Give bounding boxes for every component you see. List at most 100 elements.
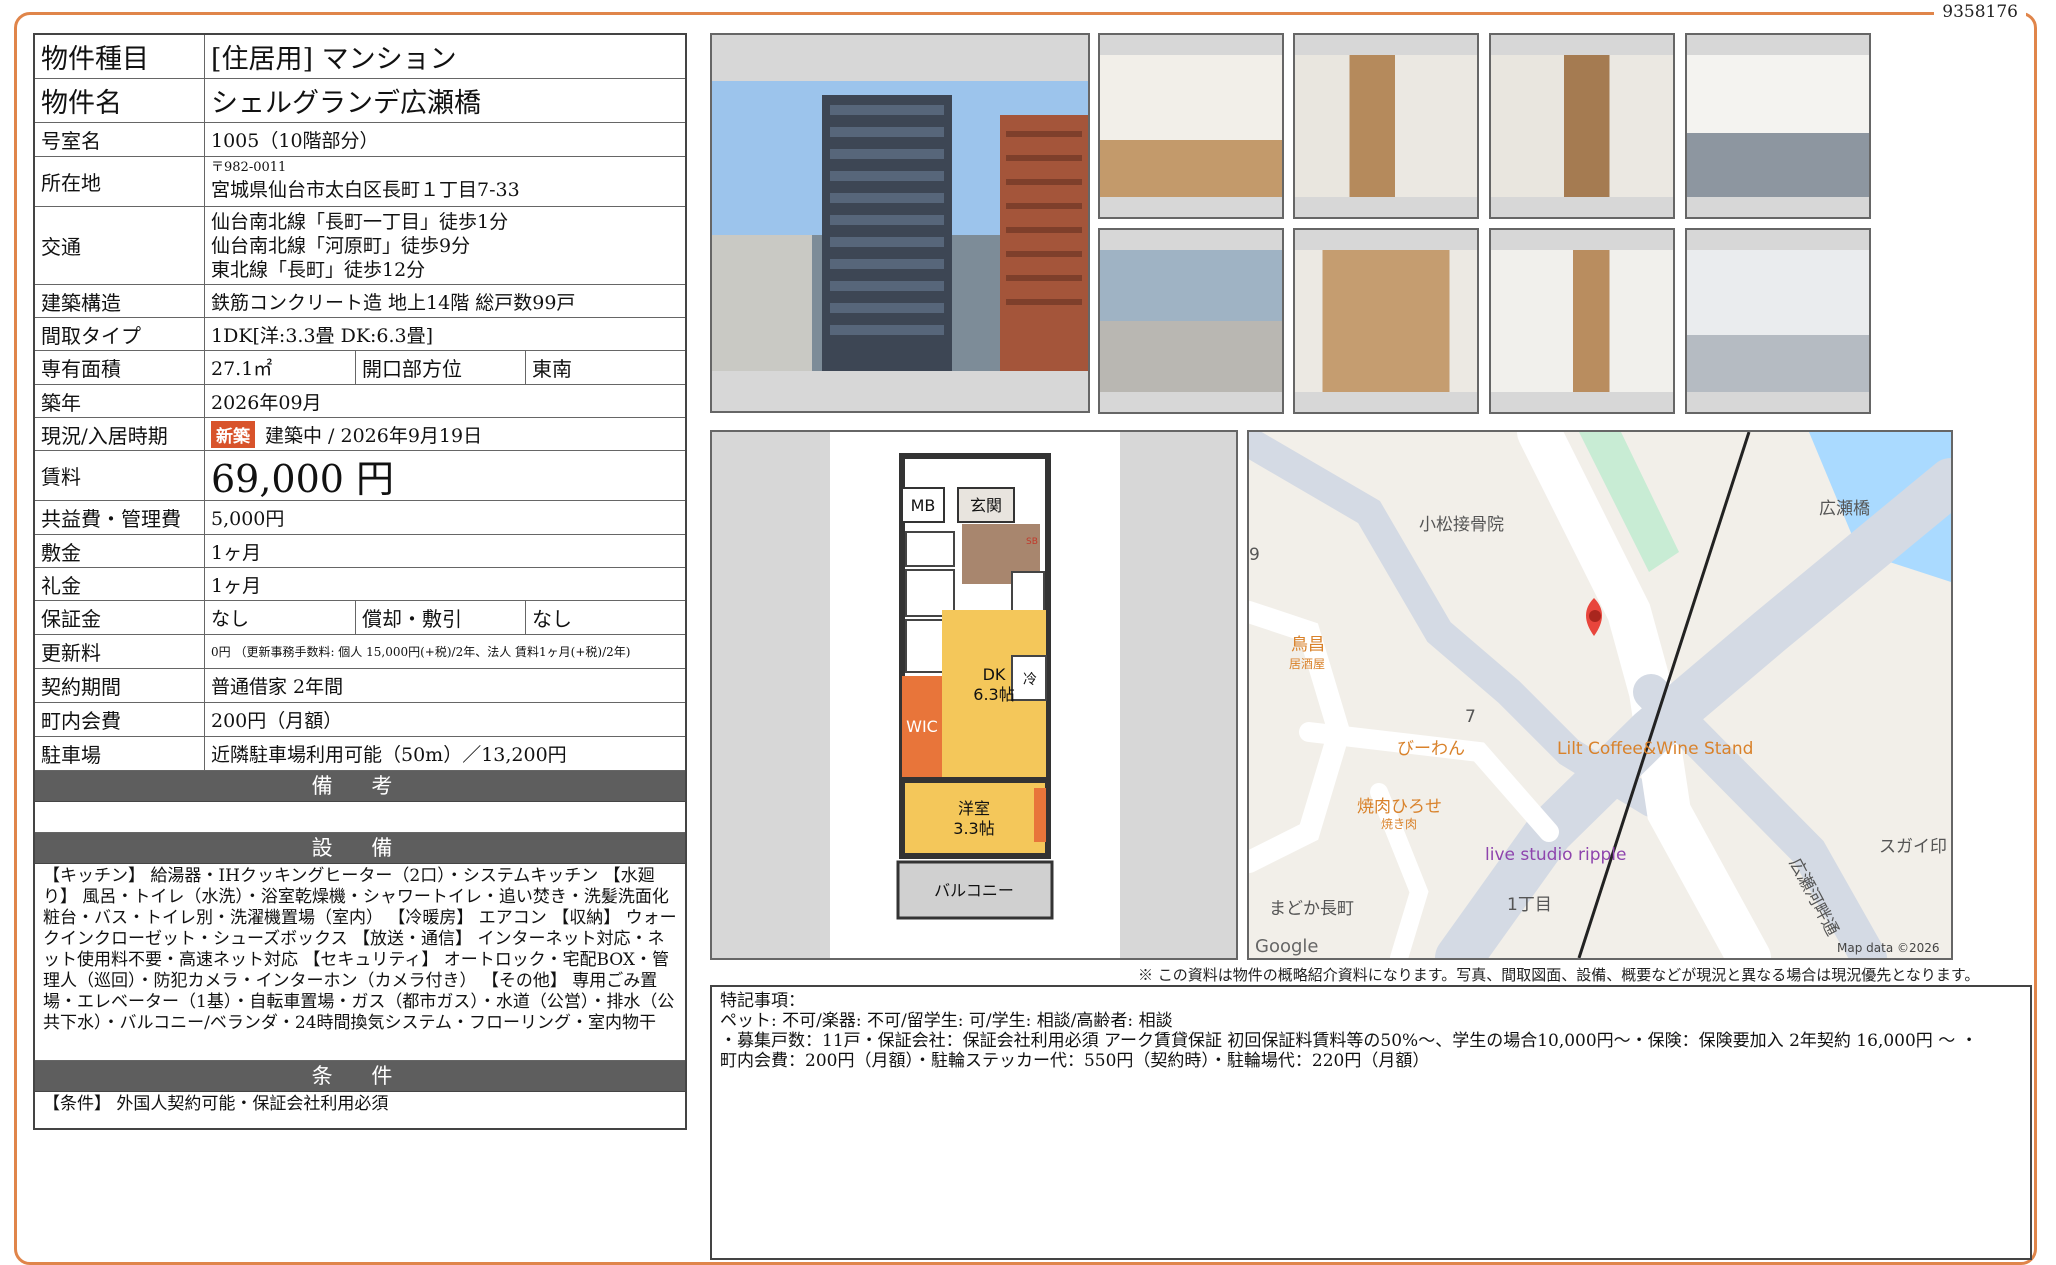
- label: 駐車場: [35, 737, 205, 770]
- label: 敷金: [35, 535, 205, 567]
- layout-type: 1DK[洋:3.3畳 DK:6.3畳]: [211, 324, 434, 347]
- label: 物件名: [35, 79, 205, 122]
- property-type: [住居用] マンション: [211, 44, 457, 75]
- map-label: Lilt Coffee&Wine Stand: [1557, 739, 1753, 759]
- photo-image: [1687, 250, 1869, 392]
- label: 町内会費: [35, 703, 205, 736]
- photo-image: [1491, 250, 1673, 392]
- notes-title: 特記事項：: [720, 991, 805, 1011]
- room-label: バルコニー: [934, 881, 1014, 900]
- interior-photo-5[interactable]: [1098, 228, 1284, 414]
- map-label: 広瀬橋: [1819, 499, 1870, 519]
- renewal-fee: 0円 （更新事務手数料: 個人 15,000円(+税)/2年、法人 賃料1ヶ月(…: [211, 645, 631, 659]
- row-address: 所在地 〒982-0011 宮城県仙台市太白区長町１丁目7-33: [35, 157, 685, 207]
- photo-image: [1687, 55, 1869, 197]
- map-label: 9: [1249, 545, 1260, 565]
- disclaimer: ※ この資料は物件の概略紹介資料になります。写真、間取図面、設備、概要などが現況…: [1138, 966, 1980, 984]
- label: 償却・敷引: [355, 601, 525, 634]
- notes-line: ペット: 不可/楽器: 不可/留学生: 可/学生: 相談/高齢者: 相談: [720, 1011, 1173, 1031]
- label: 礼金: [35, 568, 205, 600]
- row-transport: 交通 仙台南北線「長町一丁目」徒歩1分 仙台南北線「河原町」徒歩9分 東北線「長…: [35, 207, 685, 285]
- row-layout: 間取タイプ 1DK[洋:3.3畳 DK:6.3畳]: [35, 318, 685, 351]
- interior-photo-2[interactable]: [1293, 33, 1479, 219]
- room-label: 冷: [1023, 672, 1037, 688]
- interior-photo-4[interactable]: [1685, 33, 1871, 219]
- label: 所在地: [35, 157, 205, 206]
- photo-image: [1295, 55, 1477, 197]
- interior-photo-6[interactable]: [1293, 228, 1479, 414]
- row-renewal: 更新料 0円 （更新事務手数料: 個人 15,000円(+税)/2年、法人 賃料…: [35, 635, 685, 669]
- label: 間取タイプ: [35, 318, 205, 350]
- map-label: 居酒屋: [1289, 657, 1325, 671]
- postal-code: 〒982-0011: [211, 160, 287, 175]
- room-label: SB: [1026, 537, 1038, 547]
- label: 開口部方位: [355, 351, 525, 384]
- notes-line: 町内会費：200円（月額）・駐輪ステッカー代：550円（契約時）・駐輪場代：22…: [720, 1051, 1430, 1071]
- photo-image: [1295, 250, 1477, 392]
- direction: 東南: [525, 351, 685, 384]
- photo-image: [1100, 250, 1282, 392]
- building-illustration: [712, 35, 1088, 411]
- property-name: シェルグランデ広瀬橋: [211, 88, 481, 119]
- google-logo: Google: [1255, 936, 1318, 957]
- row-contract: 契約期間 普通借家 2年間: [35, 669, 685, 703]
- floor-plan-drawing: MB 玄関 WIC DK 6.3帖 洋室 3.3帖 バルコニー 冷 SB: [830, 432, 1120, 958]
- floor-plan[interactable]: MB 玄関 WIC DK 6.3帖 洋室 3.3帖 バルコニー 冷 SB: [710, 430, 1238, 960]
- room-label: WIC: [906, 717, 938, 736]
- built-date: 2026年09月: [211, 391, 322, 414]
- map-label: 鳥昌: [1291, 635, 1325, 655]
- row-rent: 賃料 69,000 円: [35, 451, 685, 501]
- label: 共益費・管理費: [35, 501, 205, 534]
- building-photo[interactable]: [710, 33, 1090, 413]
- notes-line: ・募集戸数：11戸・保証会社：保証会社利用必須 アーク賃貸保証 初回保証料賃料等…: [720, 1031, 1978, 1051]
- room-label: 6.3帖: [973, 685, 1014, 704]
- row-structure: 建築構造 鉄筋コンクリート造 地上14階 総戸数99戸: [35, 285, 685, 318]
- row-type: 物件種目 [住居用] マンション: [35, 35, 685, 79]
- management-fee: 5,000円: [211, 508, 285, 530]
- row-deposit: 敷金 1ヶ月: [35, 535, 685, 568]
- status: 建築中 / 2026年9月19日: [265, 424, 483, 447]
- location-map[interactable]: 小松接骨院 広瀬橋 鳥昌 居酒屋 びーわん 焼肉ひろせ 焼き肉 Lilt Cof…: [1247, 430, 1953, 960]
- new-badge: 新築: [211, 420, 255, 448]
- label: 建築構造: [35, 285, 205, 317]
- map-attribution: Map data ©2026: [1837, 941, 1940, 955]
- transport-line: 東北線「長町」徒歩12分: [211, 258, 426, 281]
- address: 宮城県仙台市太白区長町１丁目7-33: [211, 179, 520, 201]
- label: 保証金: [35, 601, 205, 634]
- remarks-header: 備 考: [35, 771, 685, 802]
- label: 築年: [35, 385, 205, 417]
- facilities-text: 【キッチン】 給湯器・IHクッキングヒーター（2口）・システムキッチン 【水廻り…: [35, 864, 685, 1061]
- label: 号室名: [35, 123, 205, 156]
- floor-area: 27.1㎡: [211, 358, 273, 380]
- row-built: 築年 2026年09月: [35, 385, 685, 418]
- key-money: 1ヶ月: [211, 574, 262, 597]
- transport-line: 仙台南北線「長町一丁目」徒歩1分: [211, 210, 509, 233]
- map-label: スガイ印: [1879, 837, 1947, 857]
- map-label: 小松接骨院: [1419, 515, 1504, 535]
- label: 交通: [35, 207, 205, 284]
- interior-photo-1[interactable]: [1098, 33, 1284, 219]
- label: 賃料: [35, 451, 205, 500]
- label: 物件種目: [35, 35, 205, 78]
- map-label: 1丁目: [1507, 895, 1552, 915]
- room-label: 洋室: [958, 799, 990, 818]
- row-town: 町内会費 200円（月額）: [35, 703, 685, 737]
- row-key: 礼金 1ヶ月: [35, 568, 685, 601]
- document-id: 9358176: [1934, 2, 2026, 22]
- row-status: 現況/入居時期 新築 建築中 / 2026年9月19日: [35, 418, 685, 451]
- parking: 近隣駐車場利用可能（50m）／13,200円: [211, 744, 567, 766]
- facilities-header: 設 備: [35, 833, 685, 864]
- transport-line: 仙台南北線「河原町」徒歩9分: [211, 234, 471, 257]
- conditions-text: 【条件】 外国人契約可能・保証会社利用必須: [43, 1094, 389, 1114]
- interior-photo-7[interactable]: [1489, 228, 1675, 414]
- map-label: まどか長町: [1269, 899, 1354, 919]
- label: 更新料: [35, 635, 205, 668]
- guarantee: なし: [211, 608, 250, 630]
- interior-photo-8[interactable]: [1685, 228, 1871, 414]
- interior-photo-3[interactable]: [1489, 33, 1675, 219]
- row-guarantee: 保証金 なし 償却・敷引 なし: [35, 601, 685, 635]
- label: 契約期間: [35, 669, 205, 702]
- property-table: 物件種目 [住居用] マンション 物件名 シェルグランデ広瀬橋 号室名 1005…: [33, 33, 687, 1130]
- map-label: 焼き肉: [1381, 817, 1417, 831]
- room-number: 1005（10階部分）: [211, 130, 379, 152]
